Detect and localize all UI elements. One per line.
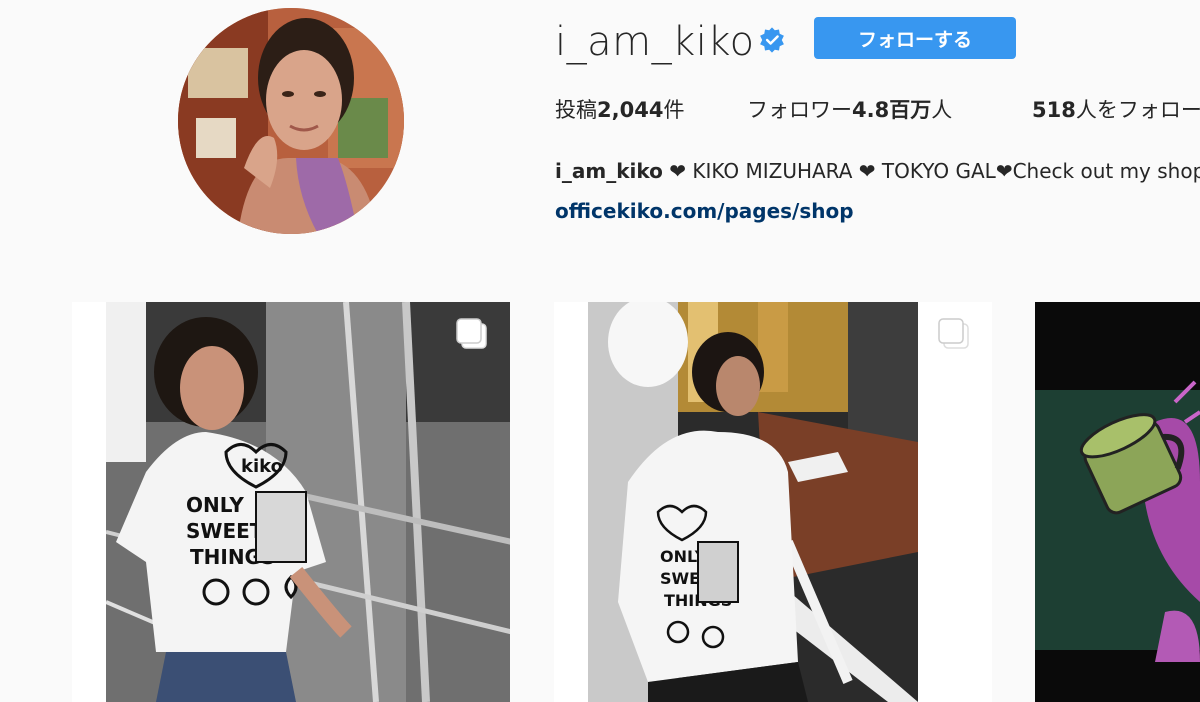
stat-posts: 投稿2,044件 — [555, 98, 685, 122]
stat-followers[interactable]: フォロワー4.8百万人 — [747, 95, 952, 125]
profile-username: i_am_kiko — [555, 19, 755, 65]
post-photo: ONLY SWEET THINGS — [588, 302, 918, 702]
multiple-posts-icon — [456, 318, 487, 349]
avatar-photo — [178, 8, 404, 234]
multiple-posts-icon — [938, 318, 969, 349]
profile-avatar[interactable] — [178, 8, 404, 234]
post-photo: kiko ONLY SWEET THINGS — [106, 302, 510, 702]
post-tile[interactable]: ONLY SWEET THINGS — [554, 302, 992, 702]
svg-text:kiko: kiko — [241, 456, 283, 477]
bio-website-link[interactable]: officekiko.com/pages/shop — [555, 196, 854, 226]
profile-bio: i_am_kiko ❤ KIKO MIZUHARA ❤ TOKYO GAL❤Ch… — [555, 156, 1200, 186]
post-photo — [1035, 302, 1200, 702]
svg-text:ONLY: ONLY — [186, 493, 244, 517]
verified-badge-icon — [760, 27, 784, 53]
bio-name: i_am_kiko — [555, 159, 663, 183]
svg-text:SWEET: SWEET — [186, 519, 264, 543]
post-tile[interactable]: kiko ONLY SWEET THINGS — [72, 302, 510, 702]
post-tile[interactable] — [1035, 302, 1200, 702]
bio-text: ❤ KIKO MIZUHARA ❤ TOKYO GAL❤Check out my… — [662, 159, 1200, 183]
follow-button[interactable]: フォローする — [814, 17, 1016, 59]
stat-following[interactable]: 518人をフォロー中 — [1032, 95, 1200, 125]
